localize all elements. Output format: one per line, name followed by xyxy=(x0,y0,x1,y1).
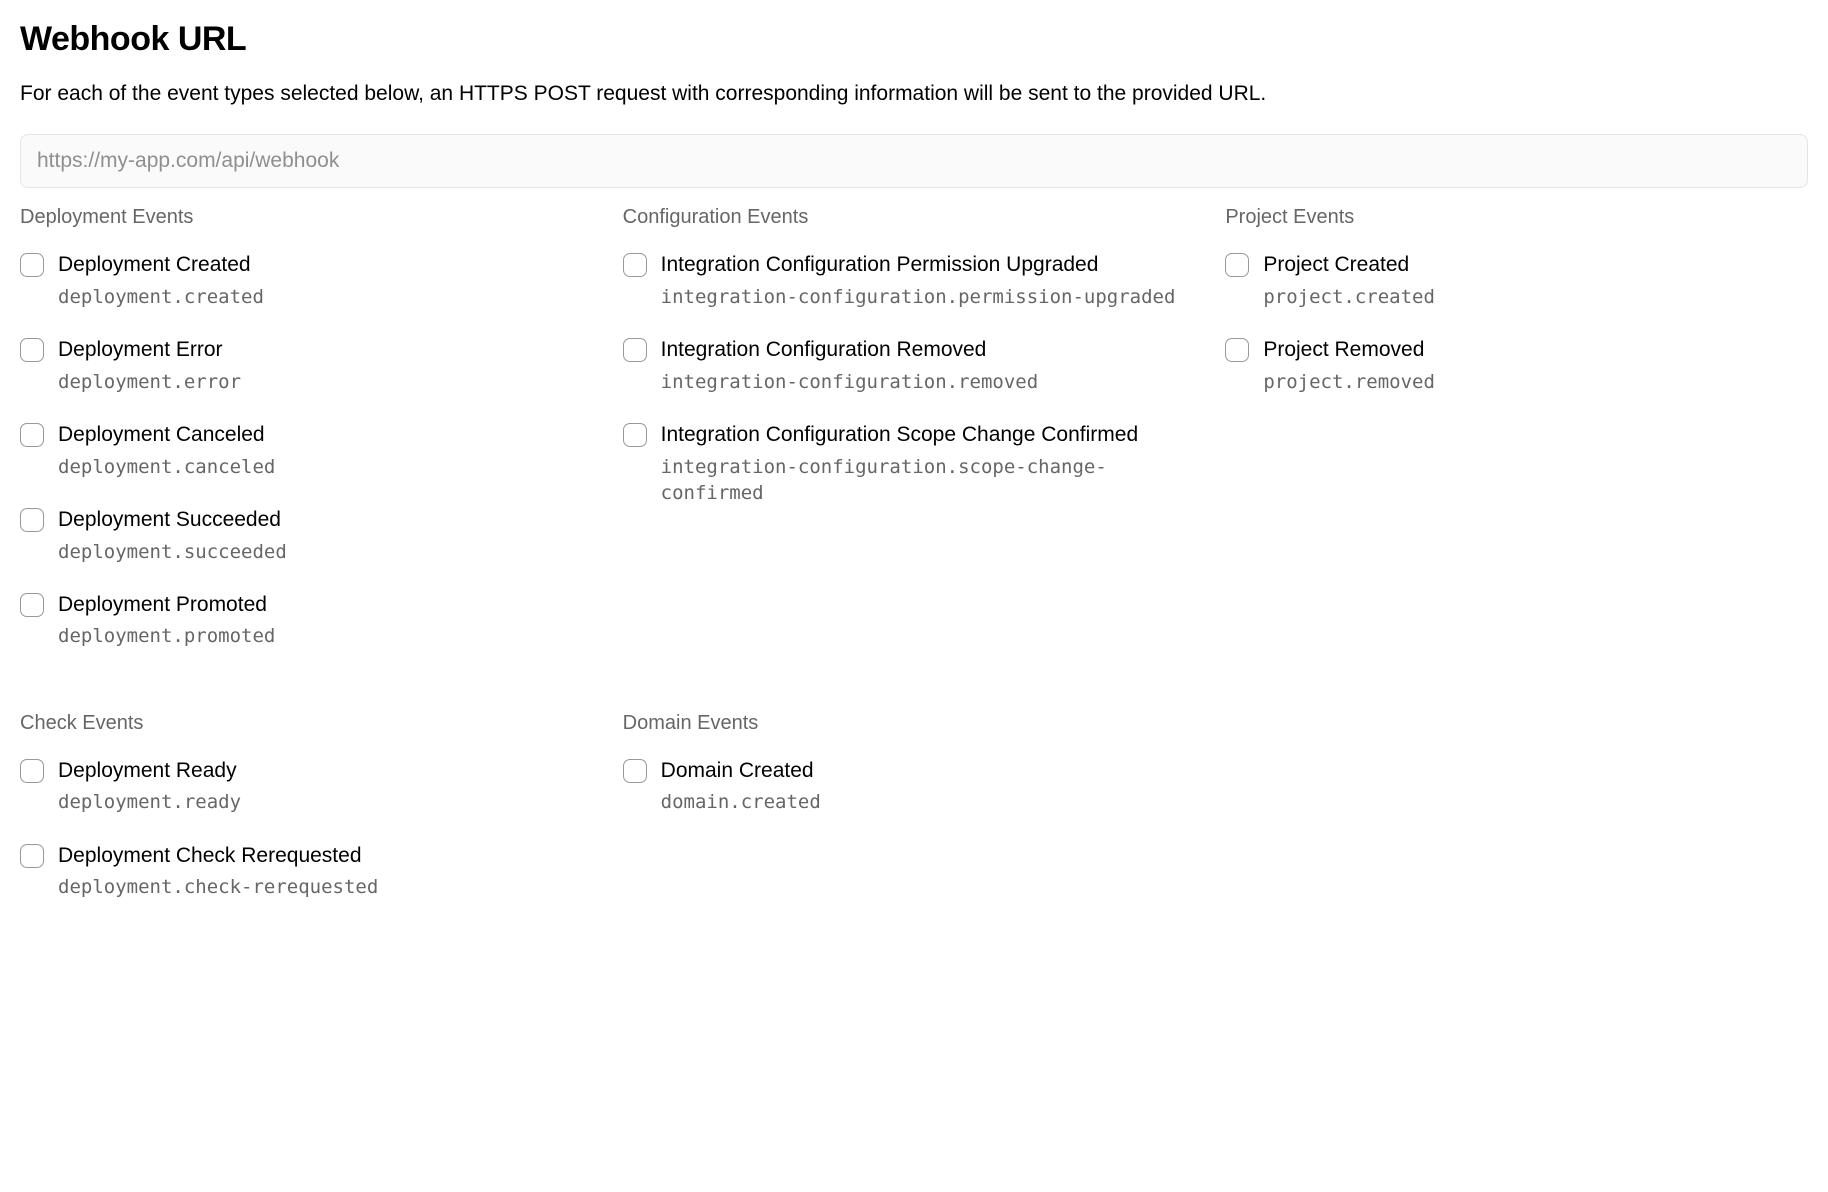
event-code: deployment.canceled xyxy=(58,454,603,481)
group-domain-events: Domain Events Domain Created domain.crea… xyxy=(623,712,1206,927)
event-code: deployment.ready xyxy=(58,789,603,816)
event-label: Deployment Succeeded xyxy=(58,506,603,534)
event-checkbox-deployment-succeeded[interactable] xyxy=(20,508,44,532)
event-item: Deployment Promoted deployment.promoted xyxy=(20,591,603,650)
event-checkbox-deployment-ready[interactable] xyxy=(20,759,44,783)
event-checkbox-integration-permission-upgraded[interactable] xyxy=(623,253,647,277)
event-label: Integration Configuration Removed xyxy=(661,336,1206,364)
event-label: Project Created xyxy=(1263,251,1808,279)
event-item: Deployment Check Rerequested deployment.… xyxy=(20,842,603,901)
event-checkbox-deployment-created[interactable] xyxy=(20,253,44,277)
event-code: deployment.created xyxy=(58,284,603,311)
event-label: Deployment Check Rerequested xyxy=(58,842,603,870)
event-code: deployment.promoted xyxy=(58,623,603,650)
event-checkbox-integration-scope-change-confirmed[interactable] xyxy=(623,423,647,447)
event-item: Deployment Ready deployment.ready xyxy=(20,757,603,816)
group-configuration-events: Configuration Events Integration Configu… xyxy=(623,206,1206,676)
group-project-events: Project Events Project Created project.c… xyxy=(1225,206,1808,676)
event-checkbox-deployment-promoted[interactable] xyxy=(20,593,44,617)
event-checkbox-deployment-canceled[interactable] xyxy=(20,423,44,447)
event-code: domain.created xyxy=(661,789,1206,816)
page-title: Webhook URL xyxy=(20,20,1808,59)
event-checkbox-deployment-check-rerequested[interactable] xyxy=(20,844,44,868)
event-label: Integration Configuration Scope Change C… xyxy=(661,421,1206,449)
group-title: Domain Events xyxy=(623,712,1206,735)
event-checkbox-project-created[interactable] xyxy=(1225,253,1249,277)
group-check-events: Check Events Deployment Ready deployment… xyxy=(20,712,603,927)
event-item: Integration Configuration Removed integr… xyxy=(623,336,1206,395)
event-label: Deployment Promoted xyxy=(58,591,603,619)
event-code: deployment.check-rerequested xyxy=(58,874,603,901)
group-title: Deployment Events xyxy=(20,206,603,229)
event-item: Integration Configuration Scope Change C… xyxy=(623,421,1206,507)
event-label: Deployment Canceled xyxy=(58,421,603,449)
webhook-url-input[interactable] xyxy=(20,134,1808,188)
event-label: Domain Created xyxy=(661,757,1206,785)
event-checkbox-deployment-error[interactable] xyxy=(20,338,44,362)
event-code: integration-configuration.permission-upg… xyxy=(661,284,1206,311)
event-checkbox-project-removed[interactable] xyxy=(1225,338,1249,362)
event-label: Deployment Error xyxy=(58,336,603,364)
event-code: integration-configuration.removed xyxy=(661,369,1206,396)
group-title: Configuration Events xyxy=(623,206,1206,229)
event-item: Deployment Error deployment.error xyxy=(20,336,603,395)
event-code: project.removed xyxy=(1263,369,1808,396)
event-code: integration-configuration.scope-change-c… xyxy=(661,454,1206,507)
group-deployment-events: Deployment Events Deployment Created dep… xyxy=(20,206,603,676)
event-label: Deployment Created xyxy=(58,251,603,279)
group-title: Check Events xyxy=(20,712,603,735)
page-description: For each of the event types selected bel… xyxy=(20,79,1808,108)
event-item: Deployment Created deployment.created xyxy=(20,251,603,310)
event-code: deployment.error xyxy=(58,369,603,396)
event-item: Project Removed project.removed xyxy=(1225,336,1808,395)
event-code: deployment.succeeded xyxy=(58,539,603,566)
event-item: Domain Created domain.created xyxy=(623,757,1206,816)
event-item: Deployment Succeeded deployment.succeede… xyxy=(20,506,603,565)
event-checkbox-integration-removed[interactable] xyxy=(623,338,647,362)
event-groups: Deployment Events Deployment Created dep… xyxy=(20,206,1808,927)
event-code: project.created xyxy=(1263,284,1808,311)
event-label: Integration Configuration Permission Upg… xyxy=(661,251,1206,279)
event-label: Deployment Ready xyxy=(58,757,603,785)
event-item: Project Created project.created xyxy=(1225,251,1808,310)
group-title: Project Events xyxy=(1225,206,1808,229)
event-checkbox-domain-created[interactable] xyxy=(623,759,647,783)
event-item: Deployment Canceled deployment.canceled xyxy=(20,421,603,480)
event-label: Project Removed xyxy=(1263,336,1808,364)
event-item: Integration Configuration Permission Upg… xyxy=(623,251,1206,310)
